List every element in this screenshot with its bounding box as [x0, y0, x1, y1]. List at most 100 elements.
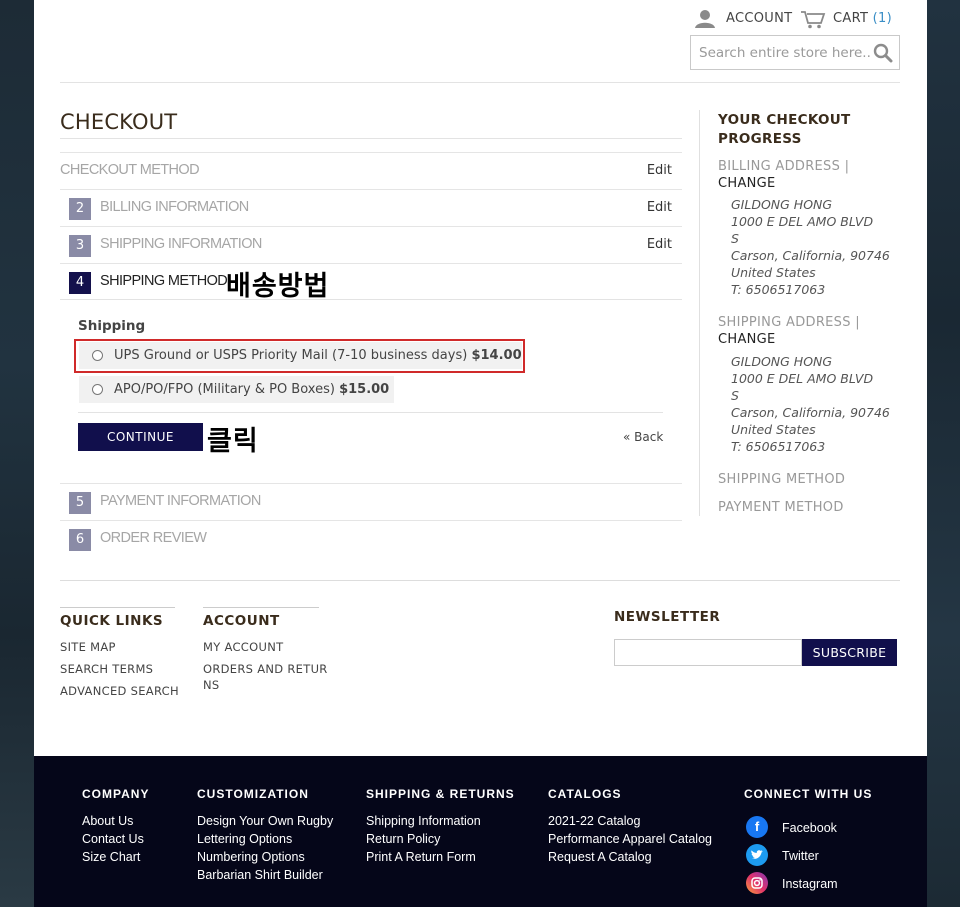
- shipping-information-link[interactable]: Shipping Information: [366, 812, 481, 830]
- step-number: 4: [69, 272, 91, 294]
- facebook-link[interactable]: f Facebook: [746, 816, 866, 840]
- cart-link[interactable]: CART (1): [800, 9, 910, 29]
- step-billing-information[interactable]: 2 BILLING INFORMATION Edit: [60, 189, 682, 226]
- address-line: Carson, California, 90746: [731, 248, 890, 263]
- step-label: SHIPPING METHOD: [100, 273, 228, 289]
- billing-change-link[interactable]: CHANGE: [718, 176, 776, 191]
- performance-catalog-link[interactable]: Performance Apparel Catalog: [548, 830, 712, 848]
- shipping-option-apo[interactable]: APO/PO/FPO (Military & PO Boxes) $15.00: [79, 376, 394, 403]
- design-rugby-link[interactable]: Design Your Own Rugby: [197, 812, 333, 830]
- address-line: Carson, California, 90746: [731, 405, 890, 420]
- highlight-box: [74, 339, 525, 373]
- back-link[interactable]: « Back: [623, 430, 663, 444]
- billing-address-heading: BILLING ADDRESS | CHANGE: [718, 158, 878, 192]
- twitter-link[interactable]: Twitter: [746, 844, 866, 868]
- site-footer: COMPANY About Us Contact Us Size Chart C…: [34, 756, 927, 907]
- account-title: ACCOUNT: [203, 613, 280, 629]
- catalog-2021-link[interactable]: 2021-22 Catalog: [548, 812, 712, 830]
- address-line: GILDONG HONG: [731, 354, 833, 369]
- search-terms-link[interactable]: SEARCH TERMS: [60, 661, 153, 677]
- header-divider: [60, 82, 900, 83]
- step-checkout-method[interactable]: CHECKOUT METHOD Edit: [60, 152, 682, 189]
- sidebar-divider: [699, 110, 700, 516]
- account-link[interactable]: ACCOUNT: [694, 9, 794, 29]
- step-label: CHECKOUT METHOD: [60, 162, 200, 178]
- edit-link[interactable]: Edit: [647, 237, 672, 252]
- site-map-link[interactable]: SITE MAP: [60, 639, 116, 655]
- address-line: T: 6506517063: [731, 439, 826, 454]
- cart-icon: [801, 11, 826, 29]
- return-policy-link[interactable]: Return Policy: [366, 830, 481, 848]
- edit-link[interactable]: Edit: [647, 200, 672, 215]
- my-account-link[interactable]: MY ACCOUNT: [203, 639, 283, 655]
- cart-text: CART: [833, 11, 869, 26]
- search-icon[interactable]: [873, 43, 893, 63]
- shipping-returns-heading: SHIPPING & RETURNS: [366, 787, 515, 801]
- connect-heading: CONNECT WITH US: [744, 787, 873, 801]
- step-number: 2: [69, 198, 91, 220]
- shirt-builder-link[interactable]: Barbarian Shirt Builder: [197, 866, 333, 884]
- catalogs-heading: CATALOGS: [548, 787, 622, 801]
- newsletter-email-input[interactable]: [614, 639, 802, 666]
- address-line: 1000 E DEL AMO BLVD: [731, 371, 874, 386]
- step-shipping-information[interactable]: 3 SHIPPING INFORMATION Edit: [60, 226, 682, 263]
- twitter-bird-glyph: [751, 850, 763, 859]
- company-links: About Us Contact Us Size Chart: [82, 812, 144, 866]
- quick-links-rule: [60, 607, 175, 608]
- search-input[interactable]: [691, 36, 871, 69]
- step-order-review: 6 ORDER REVIEW: [60, 520, 682, 557]
- shipping-change-link[interactable]: CHANGE: [718, 332, 776, 347]
- instagram-link[interactable]: Instagram: [746, 872, 866, 896]
- address-line: United States: [731, 265, 816, 280]
- step-number: 5: [69, 492, 91, 514]
- account-label: ACCOUNT: [726, 11, 793, 26]
- options-divider: [78, 412, 663, 413]
- step-payment-information: 5 PAYMENT INFORMATION: [60, 483, 682, 520]
- address-line: GILDONG HONG: [731, 197, 833, 212]
- step-label: ORDER REVIEW: [100, 530, 207, 546]
- about-us-link[interactable]: About Us: [82, 812, 144, 830]
- edit-link[interactable]: Edit: [647, 163, 672, 178]
- twitter-label: Twitter: [782, 849, 819, 863]
- facebook-icon: f: [746, 816, 768, 838]
- background-right: [927, 0, 960, 907]
- footer-divider: [60, 580, 900, 581]
- instagram-camera-glyph: [751, 877, 763, 889]
- return-form-link[interactable]: Print A Return Form: [366, 848, 481, 866]
- account-rule: [203, 607, 319, 608]
- shipping-heading: Shipping: [78, 318, 146, 334]
- continue-button[interactable]: CONTINUE: [78, 423, 203, 451]
- progress-shipping-method: SHIPPING METHOD: [718, 472, 846, 487]
- contact-us-link[interactable]: Contact Us: [82, 830, 144, 848]
- subscribe-button[interactable]: SUBSCRIBE: [802, 639, 897, 666]
- address-line: S: [731, 388, 739, 403]
- orders-returns-link[interactable]: ORDERS AND RETUR NS: [203, 661, 328, 693]
- step-label: PAYMENT INFORMATION: [100, 493, 261, 509]
- company-heading: COMPANY: [82, 787, 150, 801]
- size-chart-link[interactable]: Size Chart: [82, 848, 144, 866]
- newsletter-title: NEWSLETTER: [614, 609, 721, 625]
- lettering-options-link[interactable]: Lettering Options: [197, 830, 333, 848]
- advanced-search-link[interactable]: ADVANCED SEARCH: [60, 683, 179, 699]
- progress-title: YOUR CHECKOUT PROGRESS: [718, 112, 851, 147]
- shipping-address-label: SHIPPING ADDRESS |: [718, 315, 860, 330]
- numbering-options-link[interactable]: Numbering Options: [197, 848, 333, 866]
- catalogs-links: 2021-22 Catalog Performance Apparel Cata…: [548, 812, 712, 866]
- annotation-click: 클릭: [207, 426, 259, 457]
- annotation-shipping-method: 배송방법: [226, 271, 330, 302]
- radio-button[interactable]: [92, 384, 103, 395]
- background-left: [0, 0, 34, 907]
- step-shipping-method: 4 SHIPPING METHOD: [60, 263, 682, 300]
- billing-address: GILDONG HONG 1000 E DEL AMO BLVD S Carso…: [731, 196, 891, 298]
- instagram-label: Instagram: [782, 877, 838, 891]
- orders-returns-line: ORDERS AND RETUR: [203, 662, 328, 676]
- twitter-icon: [746, 844, 768, 866]
- request-catalog-link[interactable]: Request A Catalog: [548, 848, 712, 866]
- step-number: 6: [69, 529, 91, 551]
- billing-address-label: BILLING ADDRESS |: [718, 159, 850, 174]
- page-title: CHECKOUT: [60, 110, 178, 134]
- option-price: $15.00: [339, 382, 390, 397]
- shipping-returns-links: Shipping Information Return Policy Print…: [366, 812, 481, 866]
- option-text: APO/PO/FPO (Military & PO Boxes) $15.00: [114, 382, 389, 397]
- customization-links: Design Your Own Rugby Lettering Options …: [197, 812, 333, 884]
